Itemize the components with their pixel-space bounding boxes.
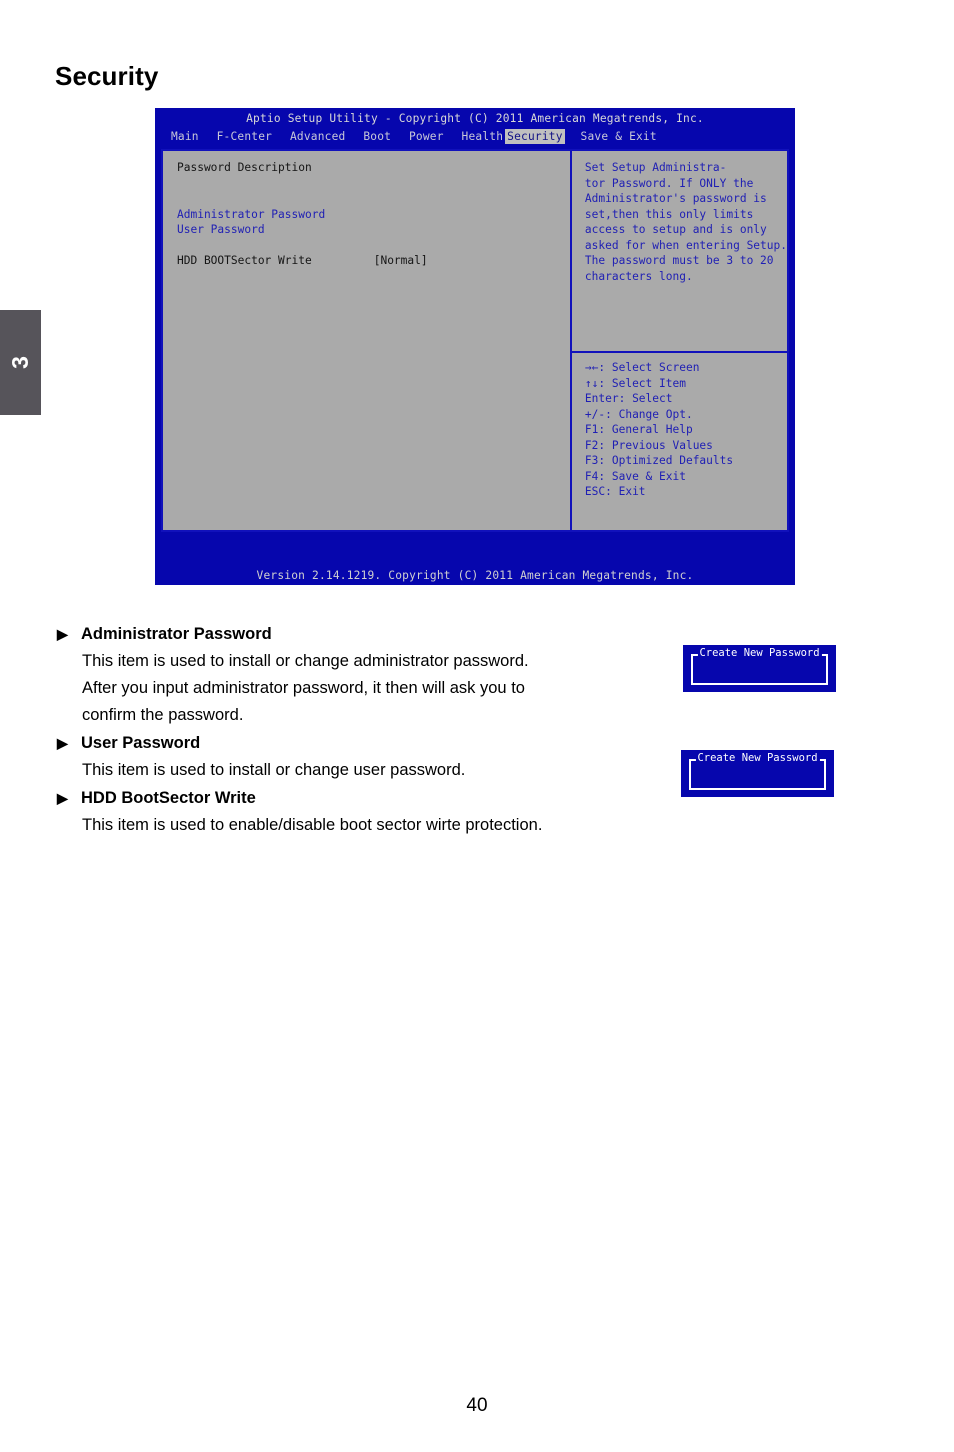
- triangle-bullet-icon: ▶: [57, 790, 68, 806]
- help-line: Administrator's password is: [584, 192, 767, 205]
- bios-help-panel: Set Setup Administra- tor Password. If O…: [571, 151, 787, 530]
- section-body-line: After you input administrator password, …: [82, 679, 525, 697]
- bios-item-hdd-bootsector-write[interactable]: HDD BOOTSector Write [Normal]: [177, 253, 570, 269]
- help-line: characters long.: [584, 269, 693, 283]
- password-description-label: Password Description: [177, 161, 312, 174]
- bios-content-area: Password Description Administrator Passw…: [161, 149, 789, 532]
- section-body-line: confirm the password.: [82, 706, 244, 724]
- help-line: access to setup and is only: [584, 223, 767, 236]
- bios-item-administrator-password[interactable]: Administrator Password: [177, 207, 570, 223]
- nav-key-enter-select: Enter: Select: [584, 392, 673, 405]
- bios-menu-item-health[interactable]: Health: [460, 129, 506, 144]
- dialog-title: Create New Password: [697, 647, 822, 660]
- chapter-tab: 3: [0, 310, 41, 415]
- create-new-password-dialog: Create New Password: [683, 645, 836, 692]
- help-line: tor Password. If ONLY the: [584, 176, 754, 190]
- bios-title-bar: Aptio Setup Utility - Copyright (C) 2011…: [246, 112, 704, 125]
- nav-key-change-opt: +/-: Change Opt.: [584, 407, 693, 421]
- section-body-line: This item is used to enable/disable boot…: [82, 816, 543, 834]
- triangle-bullet-icon: ▶: [57, 735, 68, 751]
- bios-menu-item-main[interactable]: Main: [169, 129, 201, 144]
- nav-key-f4-save-and-exit: F4: Save & Exit: [584, 469, 686, 483]
- bios-menu-item-advanced[interactable]: Advanced: [288, 129, 347, 144]
- section-body-line: This item is used to install or change a…: [82, 652, 529, 670]
- bios-menu-item-power[interactable]: Power: [407, 129, 446, 144]
- triangle-bullet-icon: ▶: [57, 626, 68, 642]
- bios-navigation-keys: →←: Select Screen ↑↓: Select Item Enter:…: [585, 360, 733, 500]
- section-heading-user-password: ▶ User Password: [57, 729, 657, 757]
- help-panel-divider: [571, 351, 787, 353]
- bios-menu-bar: Main F-Center Advanced Boot Power Health…: [155, 129, 795, 146]
- bios-menu-item-security[interactable]: Security: [505, 129, 565, 144]
- help-line: The password must be 3 to 20: [584, 254, 774, 267]
- chapter-number: 3: [6, 356, 33, 369]
- explanation-list: ▶ Administrator Password This item is use…: [57, 620, 657, 839]
- nav-key-select-item: ↑↓: Select Item: [584, 376, 686, 390]
- page-number: 40: [466, 1395, 488, 1416]
- nav-key-f3-optimized-defaults: F3: Optimized Defaults: [584, 454, 734, 467]
- nav-key-f2-previous-values: F2: Previous Values: [584, 438, 713, 452]
- section-heading-text: Administrator Password: [81, 625, 272, 643]
- bios-item-hdd-bootsector-write-label: HDD BOOTSector Write: [177, 254, 312, 267]
- nav-key-select-screen: →←: Select Screen: [584, 361, 700, 374]
- section-heading-text: User Password: [81, 734, 201, 752]
- bios-settings-panel: Password Description Administrator Passw…: [163, 151, 572, 530]
- create-new-password-dialog: Create New Password: [681, 750, 834, 797]
- nav-key-f1-general-help: F1: General Help: [584, 423, 693, 436]
- help-line: set,then this only limits: [584, 207, 754, 221]
- page-title: Security: [55, 61, 159, 91]
- help-line: Set Setup Administra-: [584, 161, 727, 174]
- section-heading-administrator-password: ▶ Administrator Password: [57, 620, 657, 648]
- dialog-title: Create New Password: [695, 752, 820, 765]
- bios-menu-item-boot[interactable]: Boot: [361, 129, 393, 144]
- section-heading-text: HDD BootSector Write: [81, 789, 256, 807]
- bios-menu-item-f-center[interactable]: F-Center: [215, 129, 274, 144]
- section-body-line: This item is used to install or change u…: [82, 761, 466, 779]
- bios-item-user-password[interactable]: User Password: [177, 222, 570, 238]
- section-heading-hdd-bootsector-write: ▶ HDD BootSector Write: [57, 784, 657, 812]
- bios-item-hdd-bootsector-write-value: [Normal]: [373, 254, 428, 267]
- bios-menu-item-save-and-exit[interactable]: Save & Exit: [579, 129, 659, 144]
- help-line: asked for when entering Setup.: [584, 238, 787, 252]
- bios-version-footer: Version 2.14.1219. Copyright (C) 2011 Am…: [155, 564, 795, 585]
- nav-key-esc-exit: ESC: Exit: [584, 485, 646, 498]
- bios-setup-screenshot: Aptio Setup Utility - Copyright (C) 2011…: [155, 108, 795, 585]
